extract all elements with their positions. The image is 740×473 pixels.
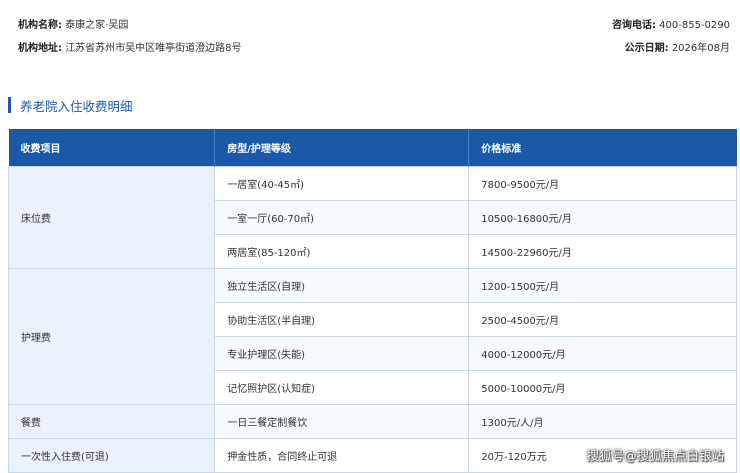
table-header-row: 收费项目 房型/护理等级 价格标准 xyxy=(8,129,737,167)
publish-date-label: 公示日期: xyxy=(624,43,669,54)
price-cell: 7800-9500元/月 xyxy=(468,166,737,201)
fee-table: 收费项目 房型/护理等级 价格标准 床位费 一居室(40-45㎡) 7800-9… xyxy=(7,129,737,473)
table-row: 餐费 一日三餐定制餐饮 1300元/人/月 xyxy=(7,404,737,439)
level-cell: 协助生活区(半自理) xyxy=(214,302,470,337)
table-row: 护理费 独立生活区(自理) 1200-1500元/月 xyxy=(7,268,737,405)
level-cell: 独立生活区(自理) xyxy=(214,268,470,303)
column-header-level: 房型/护理等级 xyxy=(214,129,470,167)
level-cell: 一日三餐定制餐饮 xyxy=(214,404,470,439)
publish-date-value: 2026年08月 xyxy=(671,43,730,54)
price-cell: 4000-12000元/月 xyxy=(468,336,737,371)
level-cell: 一室一厅(60-70㎡) xyxy=(214,200,470,235)
price-cell: 5000-10000元/月 xyxy=(468,370,737,405)
institution-address-value: 江苏省苏州市吴中区唯亭街道澄边路8号 xyxy=(65,43,242,54)
price-cell: 10500-16800元/月 xyxy=(468,200,737,235)
consult-phone-label: 咨询电话: xyxy=(611,20,656,31)
category-cell: 餐费 xyxy=(7,404,216,439)
price-cell: 2500-4500元/月 xyxy=(468,302,737,337)
column-header-price: 价格标准 xyxy=(468,129,737,167)
section-heading: 养老院入住收费明细 xyxy=(8,96,133,114)
price-cell: 1200-1500元/月 xyxy=(468,268,737,303)
category-cell: 床位费 xyxy=(7,166,216,269)
level-cell: 专业护理区(失能) xyxy=(214,336,470,371)
watermark: 搜狐号@搜狐焦点白银站 xyxy=(586,448,724,463)
level-cell: 记忆照护区(认知症) xyxy=(214,370,470,405)
price-cell: 1300元/人/月 xyxy=(468,404,737,439)
institution-name: 机构名称: 泰康之家·吴园 xyxy=(18,16,128,36)
level-cell: 一居室(40-45㎡) xyxy=(214,166,470,201)
info-row-1: 机构名称: 泰康之家·吴园 咨询电话: 400-855-0290 xyxy=(18,16,730,36)
institution-name-label: 机构名称: xyxy=(18,20,62,31)
column-header-item: 收费项目 xyxy=(8,129,216,167)
table-row: 床位费 一居室(40-45㎡) 7800-9500元/月 xyxy=(7,166,737,269)
level-cell: 押金性质，合同终止可退 xyxy=(214,438,470,473)
institution-address-label: 机构地址: xyxy=(18,43,62,54)
info-row-2: 机构地址: 江苏省苏州市吴中区唯亭街道澄边路8号 公示日期: 2026年08月 xyxy=(18,39,730,59)
category-cell: 一次性入住费(可退) xyxy=(7,438,216,473)
level-cell: 两居室(85-120㎡) xyxy=(214,234,470,269)
institution-name-value: 泰康之家·吴园 xyxy=(65,20,129,31)
section-title-text: 养老院入住收费明细 xyxy=(20,98,133,114)
category-cell: 护理费 xyxy=(7,268,216,405)
publish-date: 公示日期: 2026年08月 xyxy=(625,39,730,59)
institution-address: 机构地址: 江苏省苏州市吴中区唯亭街道澄边路8号 xyxy=(18,39,242,59)
price-cell: 14500-22960元/月 xyxy=(468,234,737,269)
consult-phone: 咨询电话: 400-855-0290 xyxy=(612,16,730,36)
consult-phone-value: 400-855-0290 xyxy=(659,20,730,31)
section-accent-bar xyxy=(8,97,11,113)
